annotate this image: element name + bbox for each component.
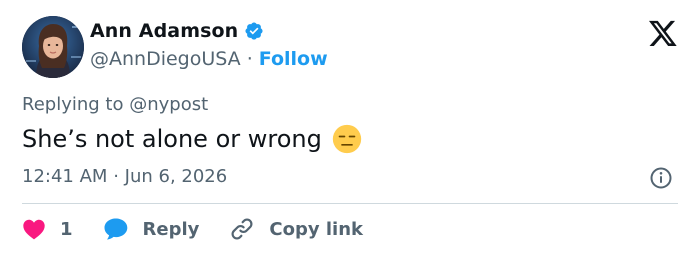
replying-to-handle[interactable]: @nypost — [129, 94, 208, 115]
timestamp[interactable]: 12:41 AM · Jun 6, 2026 — [22, 166, 227, 187]
reply-label: Reply — [142, 218, 200, 240]
timestamp-separator: · — [113, 166, 119, 187]
avatar[interactable] — [22, 16, 84, 78]
tweet-text: She’s not alone or wrong — [22, 124, 362, 154]
author-handle-row: @AnnDiegoUSA · Follow — [90, 48, 328, 70]
verified-badge-icon[interactable] — [244, 21, 264, 41]
follow-button[interactable]: Follow — [259, 48, 328, 70]
copy-link-label: Copy link — [269, 218, 363, 240]
replying-to: Replying to @nypost — [22, 94, 208, 115]
author-name-row: Ann Adamson — [90, 20, 264, 42]
tweet-body: She’s not alone or wrong — [22, 125, 322, 153]
like-count: 1 — [60, 218, 73, 240]
avatar-image — [22, 16, 84, 78]
heart-icon — [23, 219, 45, 240]
divider — [22, 203, 678, 204]
info-icon[interactable] — [649, 166, 673, 190]
like-button[interactable]: 1 — [22, 218, 73, 240]
link-icon — [231, 218, 253, 240]
replying-to-prefix: Replying to — [22, 94, 130, 115]
reply-bubble-icon — [104, 218, 127, 240]
author-name[interactable]: Ann Adamson — [90, 20, 238, 42]
x-logo-icon[interactable] — [648, 20, 678, 48]
action-bar: 1 Reply Copy link — [22, 214, 393, 244]
copy-link-button[interactable]: Copy link — [229, 216, 363, 242]
tweet-date: Jun 6, 2026 — [124, 166, 228, 187]
reply-button[interactable]: Reply — [103, 217, 200, 241]
expressionless-face-icon — [332, 124, 362, 154]
tweet-time: 12:41 AM — [22, 166, 108, 187]
handle-separator: · — [246, 48, 253, 70]
author-handle[interactable]: @AnnDiegoUSA — [90, 48, 241, 70]
